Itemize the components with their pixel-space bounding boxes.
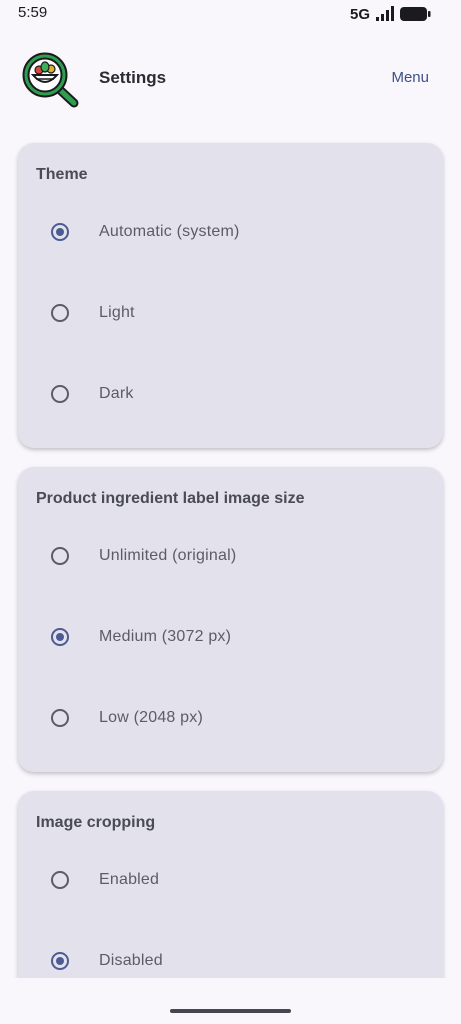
radio-button[interactable]: [51, 709, 69, 727]
option-label: Disabled: [99, 952, 163, 969]
image-cropping-option-disabled[interactable]: Disabled: [18, 933, 443, 978]
network-type: 5G: [349, 5, 370, 23]
status-indicators: 5G: [350, 4, 431, 24]
image-size-card: Product ingredient label image size Unli…: [18, 467, 443, 772]
image-size-option-unlimited[interactable]: Unlimited (original): [18, 528, 443, 588]
image-size-option-medium[interactable]: Medium (3072 px): [18, 609, 443, 669]
status-bar: 5:59 5G: [0, 0, 461, 28]
menu-button[interactable]: Menu: [391, 69, 429, 86]
radio-button[interactable]: [51, 952, 69, 970]
option-label: Automatic (system): [99, 223, 240, 240]
theme-section-title: Theme: [36, 166, 88, 183]
settings-content[interactable]: Theme Automatic (system) Light Dark Prod…: [0, 128, 461, 978]
radio-button[interactable]: [51, 871, 69, 889]
theme-option-automatic[interactable]: Automatic (system): [18, 204, 443, 264]
radio-button[interactable]: [51, 547, 69, 565]
radio-button[interactable]: [51, 385, 69, 403]
theme-option-dark[interactable]: Dark: [18, 366, 443, 426]
option-label: Low (2048 px): [99, 709, 203, 726]
option-label: Unlimited (original): [99, 547, 237, 564]
option-label: Light: [99, 304, 135, 321]
signal-icon: [376, 6, 394, 21]
image-cropping-card: Image cropping Enabled Disabled: [18, 791, 443, 978]
theme-option-light[interactable]: Light: [18, 285, 443, 345]
status-time: 5:59: [18, 4, 48, 21]
option-label: Enabled: [99, 871, 160, 888]
radio-button[interactable]: [51, 304, 69, 322]
image-size-option-low[interactable]: Low (2048 px): [18, 690, 443, 750]
battery-icon: [400, 7, 431, 21]
theme-card: Theme Automatic (system) Light Dark: [18, 143, 443, 448]
option-label: Medium (3072 px): [99, 628, 232, 645]
app-logo-magnifier-salad-icon: [22, 52, 79, 108]
radio-button[interactable]: [51, 223, 69, 241]
image-cropping-section-title: Image cropping: [36, 814, 156, 831]
option-label: Dark: [99, 385, 134, 402]
settings-screen: 5:59 5G Settings Menu Theme Automatic (s…: [0, 0, 461, 1024]
page-title: Settings: [99, 68, 167, 87]
radio-button[interactable]: [51, 628, 69, 646]
app-bar: Settings Menu: [0, 28, 461, 128]
navigation-bar: [0, 978, 461, 1024]
image-cropping-option-enabled[interactable]: Enabled: [18, 852, 443, 912]
image-size-section-title: Product ingredient label image size: [36, 490, 305, 507]
home-gesture-handle[interactable]: [170, 1009, 291, 1013]
